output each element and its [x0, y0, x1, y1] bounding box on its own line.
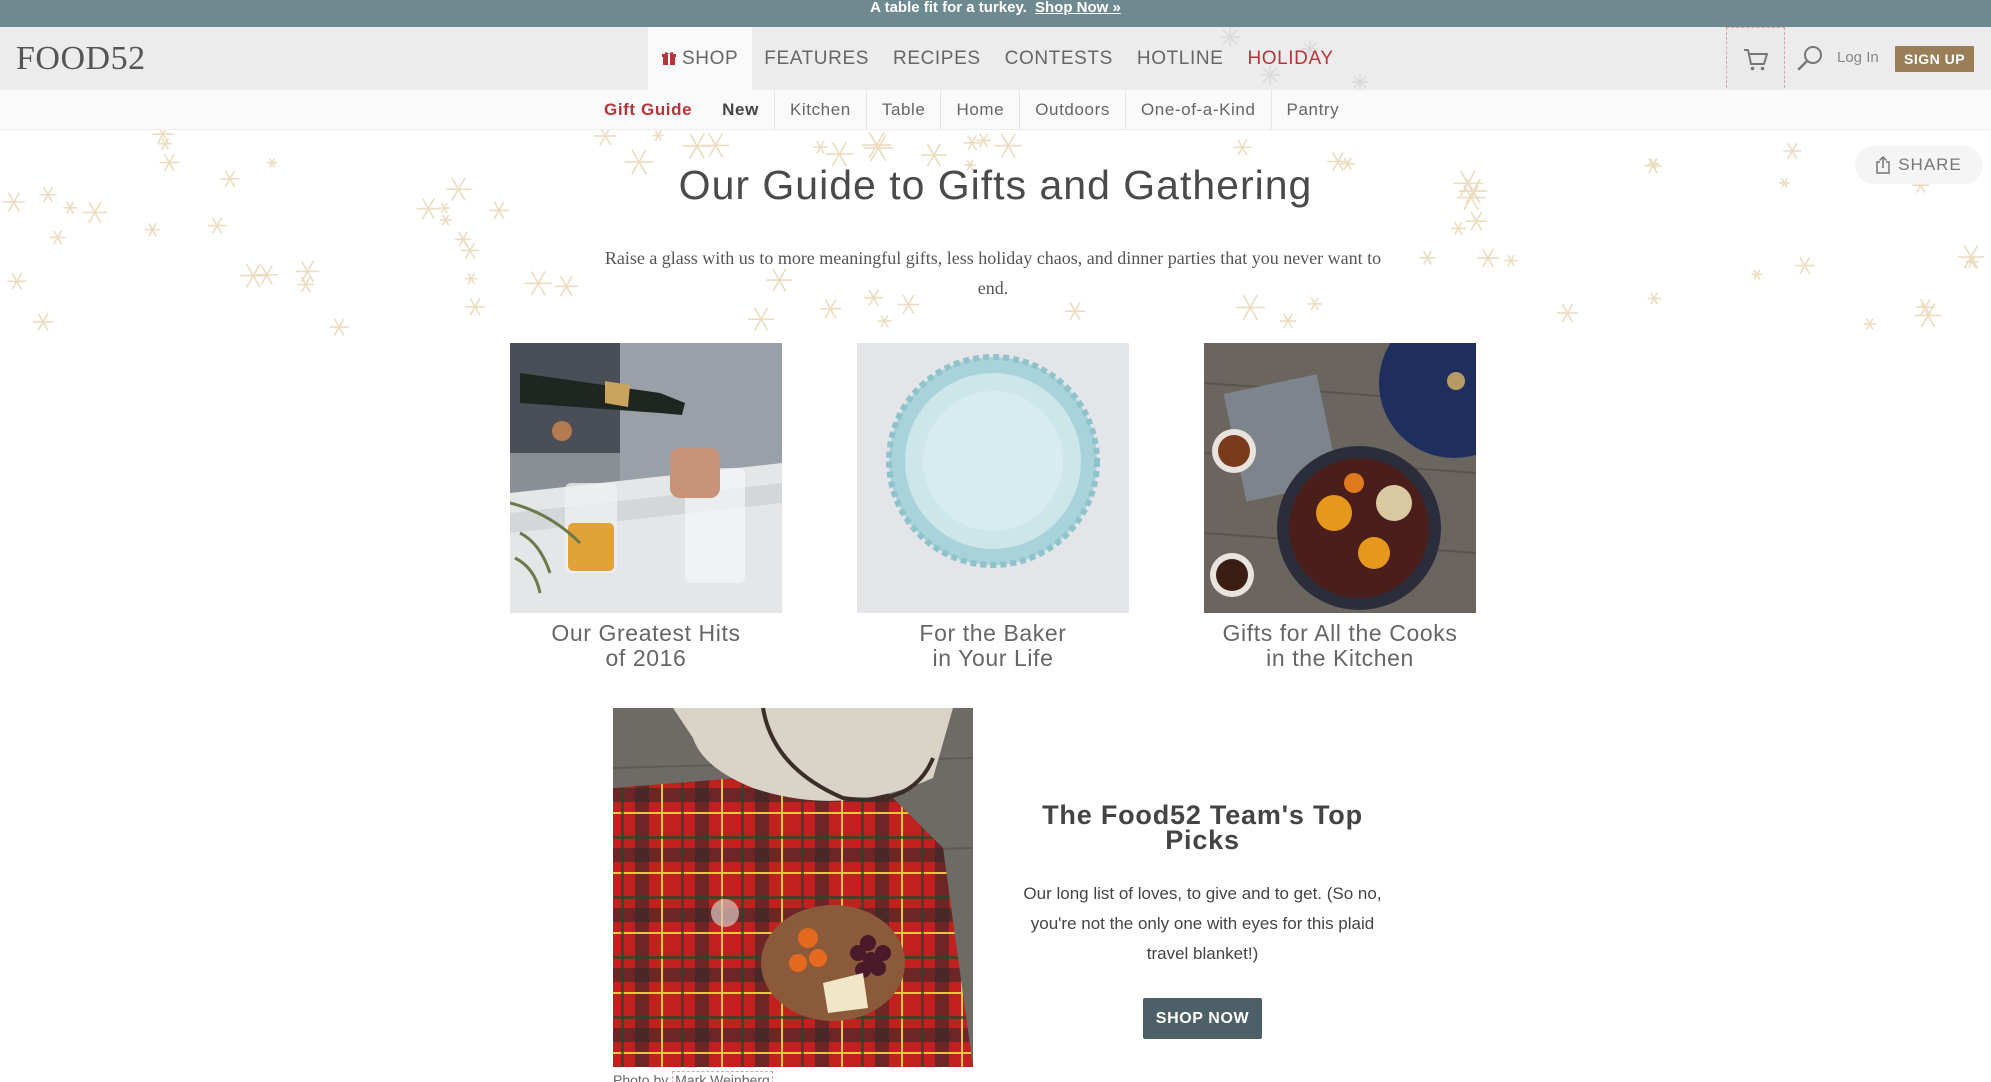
snowflake-icon: [1419, 250, 1436, 265]
photo-credit-prefix: Photo by: [613, 1072, 669, 1082]
tile-greatest-hits[interactable]: Our Greatest Hits of 2016: [510, 343, 782, 671]
snowflake-icon: [994, 133, 1023, 159]
subnav-table[interactable]: Table: [867, 90, 942, 130]
photo-credit: Photo by Mark Weinberg: [613, 1071, 773, 1082]
snowflake-icon: [439, 214, 452, 226]
mulled-wine-photo[interactable]: [1204, 343, 1476, 613]
snowflake-icon: [975, 133, 992, 148]
search-icon[interactable]: [1796, 44, 1824, 72]
snowflake-icon: [1064, 301, 1086, 321]
snowflake-icon: [877, 314, 892, 328]
subnav-pantry[interactable]: Pantry: [1272, 90, 1355, 130]
tart-pan-photo[interactable]: [857, 343, 1129, 613]
tile-caption: Our Greatest Hits of 2016: [510, 621, 782, 671]
snowflake-icon: [1783, 142, 1802, 160]
promo-bar: A table fit for a turkey. Shop Now »: [0, 0, 1991, 27]
snowflake-icon: [1233, 139, 1252, 156]
snowflake-icon: [454, 231, 472, 248]
plaid-blanket-photo[interactable]: [613, 708, 973, 1067]
tile-caption-line2: in the Kitchen: [1266, 645, 1414, 671]
tile-caption-line1: For the Baker: [919, 620, 1067, 646]
snowflake-icon: [1451, 221, 1466, 236]
nav-recipes[interactable]: RECIPES: [881, 27, 993, 90]
signup-button[interactable]: SIGN UP: [1895, 46, 1975, 72]
snowflake-icon: [1647, 292, 1661, 305]
subnav-kitchen[interactable]: Kitchen: [775, 90, 867, 130]
snowflake-icon: [1504, 254, 1518, 267]
snowflake-icon: [49, 230, 66, 245]
snowflake-icon: [748, 307, 775, 331]
snowflake-icon: [1477, 248, 1499, 268]
tile-caption-line2: of 2016: [605, 645, 687, 671]
snowflake-icon: [464, 272, 478, 285]
tile-caption: For the Baker in Your Life: [857, 621, 1129, 671]
snowflake-icon: [1557, 303, 1578, 323]
snowflake-icon: [145, 222, 160, 237]
login-link[interactable]: Log In: [1837, 49, 1879, 66]
nav-contests[interactable]: CONTESTS: [993, 27, 1125, 90]
champagne-photo[interactable]: [510, 343, 782, 613]
snowflake-icon: [255, 265, 278, 285]
shop-now-button[interactable]: SHOP NOW: [1143, 998, 1262, 1039]
subnav-one-of-a-kind[interactable]: One-of-a-Kind: [1126, 90, 1272, 130]
food52-logo[interactable]: FOOD52: [16, 40, 146, 78]
main-nav: SHOP FEATURES RECIPES CONTESTS HOTLINE H…: [648, 27, 1346, 90]
page-title: Our Guide to Gifts and Gathering: [678, 162, 1313, 208]
cart-icon: [1743, 49, 1768, 71]
shop-subnav: Gift Guide New Kitchen Table Home Outdoo…: [0, 90, 1991, 130]
snowflake-icon: [1795, 256, 1815, 275]
snowflake-icon: [1279, 313, 1297, 329]
tile-baker[interactable]: For the Baker in Your Life: [857, 343, 1129, 671]
promo-text: A table fit for a turkey.: [870, 0, 1027, 16]
nav-shop-label: SHOP: [682, 47, 739, 69]
nav-hotline[interactable]: HOTLINE: [1125, 27, 1236, 90]
promo-shop-now-link[interactable]: Shop Now »: [1035, 0, 1121, 16]
snowflake-icon: [1465, 211, 1487, 231]
subnav-outdoors[interactable]: Outdoors: [1020, 90, 1126, 130]
page-lede: Raise a glass with us to more meaningful…: [604, 248, 1382, 298]
snowflake-icon: [861, 131, 892, 159]
tile-cooks[interactable]: Gifts for All the Cooks in the Kitchen: [1204, 343, 1476, 671]
snowflake-icon: [963, 134, 981, 151]
snowflake-icon: [524, 271, 552, 296]
snowflake-icon: [1751, 269, 1763, 280]
gift-icon: [662, 51, 676, 65]
tile-caption-line1: Our Greatest Hits: [551, 620, 741, 646]
snowflake-icon: [7, 272, 27, 290]
snowflake-icon: [329, 318, 349, 336]
nav-shop[interactable]: SHOP: [648, 27, 753, 90]
site-header: FOOD52 SHOP FEATURES RECIPES CONTESTS HO…: [0, 27, 1991, 90]
snowflake-icon: [1863, 318, 1877, 330]
snowflake-icon: [465, 297, 485, 316]
tile-caption-line2: in Your Life: [932, 645, 1054, 671]
cart-button[interactable]: [1726, 27, 1785, 90]
snowflake-icon: [813, 140, 828, 154]
tile-caption-line1: Gifts for All the Cooks: [1222, 620, 1458, 646]
nav-holiday[interactable]: HOLIDAY: [1235, 27, 1345, 90]
snowflake-icon: [461, 242, 479, 259]
nav-features[interactable]: FEATURES: [752, 27, 881, 90]
photographer-link[interactable]: Mark Weinberg: [672, 1071, 773, 1082]
snowflake-icon: [1916, 298, 1935, 316]
snowflake-icon: [208, 217, 227, 234]
snowflake-icon: [295, 260, 320, 283]
subnav-gift-guide[interactable]: Gift Guide: [589, 90, 707, 130]
tile-caption: Gifts for All the Cooks in the Kitchen: [1204, 621, 1476, 671]
snowflake-icon: [701, 133, 730, 158]
feature-title: The Food52 Team's Top Picks: [1042, 800, 1363, 855]
snowflake-icon: [32, 312, 54, 332]
snowflake-icon: [652, 130, 664, 141]
subnav-new[interactable]: New: [707, 90, 775, 130]
feature-body: Our long list of loves, to give and to g…: [1023, 884, 1382, 963]
snowflake-icon: [594, 130, 617, 146]
snowflake-icon: [554, 275, 578, 297]
subnav-home[interactable]: Home: [941, 90, 1021, 130]
